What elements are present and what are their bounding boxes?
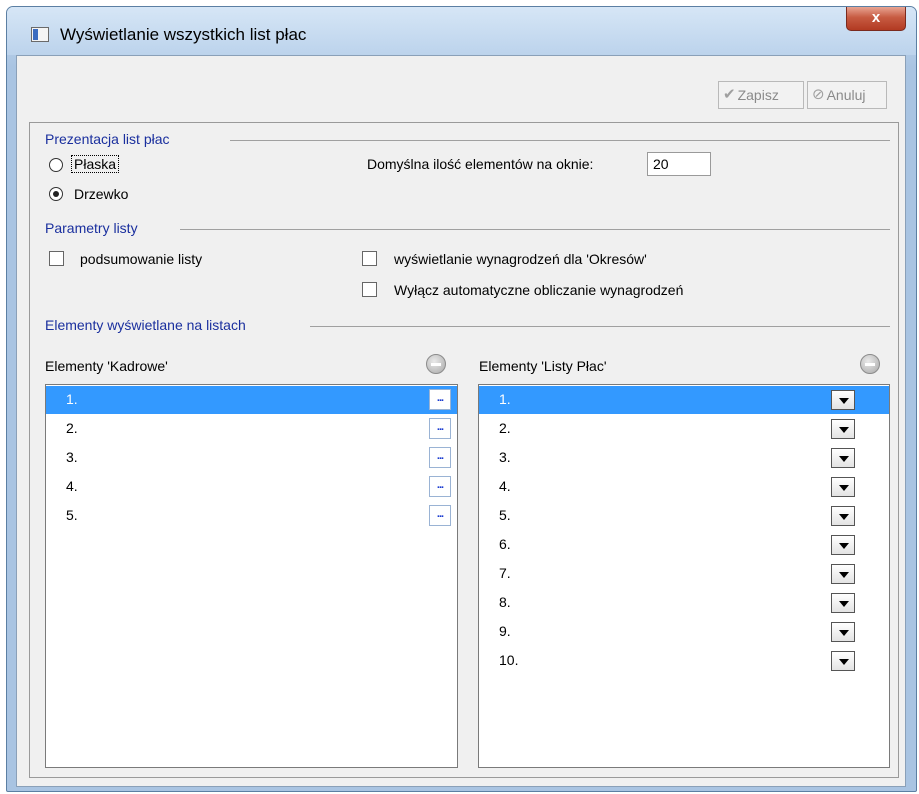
summary-label: podsumowanie listy	[80, 251, 203, 267]
row-number: 1.	[66, 391, 78, 407]
list-item[interactable]: 6.	[479, 531, 889, 559]
row-number: 1.	[499, 391, 511, 407]
row-number: 6.	[499, 536, 511, 552]
summary-checkbox[interactable]	[49, 251, 64, 266]
ellipsis-button[interactable]: ...	[429, 389, 451, 410]
row-number: 5.	[499, 507, 511, 523]
list-item[interactable]: 1.	[479, 386, 889, 414]
row-number: 4.	[499, 478, 511, 494]
content-panel: Prezentacja list płac Płaska Drzewko Dom…	[29, 122, 899, 778]
list-item[interactable]: 8.	[479, 589, 889, 617]
list-item[interactable]: 5.	[479, 502, 889, 530]
chevron-down-icon[interactable]	[831, 448, 855, 468]
list-item[interactable]: 9.	[479, 618, 889, 646]
list-item[interactable]: 1. ...	[46, 386, 457, 414]
radio-tree-label: Drzewko	[74, 186, 129, 202]
list-item[interactable]: 4. ...	[46, 473, 457, 501]
row-number: 2.	[66, 420, 78, 436]
client-area: ✔ Zapisz ⊘ Anuluj Prezentacja list płac …	[16, 55, 906, 787]
elements-group-label: Elementy wyświetlane na listach	[45, 317, 252, 333]
remove-kadrowe-icon[interactable]	[426, 354, 446, 374]
chevron-down-icon[interactable]	[831, 622, 855, 642]
cancel-icon: ⊘	[812, 86, 825, 103]
title-bar[interactable]: Wyświetlanie wszystkich list płac x	[7, 7, 916, 55]
radio-flat-label-wrap: Płaska	[70, 155, 120, 173]
window-title: Wyświetlanie wszystkich list płac	[60, 25, 307, 44]
row-number: 7.	[499, 565, 511, 581]
ellipsis-button[interactable]: ...	[429, 447, 451, 468]
chevron-down-icon[interactable]	[831, 535, 855, 555]
chevron-down-icon[interactable]	[831, 390, 855, 410]
chevron-down-icon[interactable]	[831, 651, 855, 671]
ellipsis-button[interactable]: ...	[429, 476, 451, 497]
kadrowe-label: Elementy 'Kadrowe'	[45, 358, 168, 374]
save-button[interactable]: ✔ Zapisz	[718, 81, 804, 109]
row-number: 2.	[499, 420, 511, 436]
radio-tree[interactable]	[49, 187, 63, 201]
periods-label: wyświetlanie wynagrodzeń dla 'Okresów'	[394, 251, 647, 267]
default-count-label: Domyślna ilość elementów na oknie:	[367, 156, 594, 172]
group-divider	[230, 140, 890, 141]
chevron-down-icon[interactable]	[831, 477, 855, 497]
app-icon	[31, 27, 49, 42]
list-item[interactable]: 7.	[479, 560, 889, 588]
chevron-down-icon[interactable]	[831, 593, 855, 613]
list-item[interactable]: 3. ...	[46, 444, 457, 472]
save-label: Zapisz	[737, 87, 779, 103]
remove-listy-plac-icon[interactable]	[860, 354, 880, 374]
row-number: 5.	[66, 507, 78, 523]
radio-flat[interactable]	[49, 158, 63, 172]
list-item[interactable]: 2. ...	[46, 415, 457, 443]
list-item[interactable]: 5. ...	[46, 502, 457, 530]
group-divider	[310, 326, 890, 327]
periods-checkbox[interactable]	[362, 251, 377, 266]
chevron-down-icon[interactable]	[831, 564, 855, 584]
radio-flat-label: Płaska	[70, 155, 120, 173]
row-number: 9.	[499, 623, 511, 639]
params-group-label: Parametry listy	[45, 220, 144, 236]
list-item[interactable]: 4.	[479, 473, 889, 501]
auto-calc-checkbox[interactable]	[362, 282, 377, 297]
row-number: 3.	[66, 449, 78, 465]
close-button[interactable]: x	[846, 7, 906, 31]
row-number: 8.	[499, 594, 511, 610]
chevron-down-icon[interactable]	[831, 506, 855, 526]
group-divider	[180, 229, 890, 230]
list-item[interactable]: 10.	[479, 647, 889, 675]
presentation-group-label: Prezentacja list płac	[45, 131, 176, 147]
default-count-field[interactable]: 20	[647, 152, 711, 176]
row-number: 3.	[499, 449, 511, 465]
list-item[interactable]: 2.	[479, 415, 889, 443]
listy-plac-listbox[interactable]: 1. 2. 3. 4. 5. 6. 7. 8. 9. 10.	[478, 384, 890, 768]
chevron-down-icon[interactable]	[831, 419, 855, 439]
cancel-button[interactable]: ⊘ Anuluj	[807, 81, 887, 109]
list-item[interactable]: 3.	[479, 444, 889, 472]
row-number: 4.	[66, 478, 78, 494]
ellipsis-button[interactable]: ...	[429, 418, 451, 439]
row-number: 10.	[499, 652, 519, 668]
cancel-label: Anuluj	[826, 87, 866, 103]
ellipsis-button[interactable]: ...	[429, 505, 451, 526]
dialog-window: Wyświetlanie wszystkich list płac x ✔ Za…	[6, 6, 917, 792]
auto-calc-label: Wyłącz automatyczne obliczanie wynagrodz…	[394, 282, 684, 298]
checkmark-icon: ✔	[723, 86, 736, 103]
kadrowe-listbox[interactable]: 1. ... 2. ... 3. ... 4. ... 5. ...	[45, 384, 458, 768]
listy-plac-label: Elementy 'Listy Płac'	[479, 358, 607, 374]
